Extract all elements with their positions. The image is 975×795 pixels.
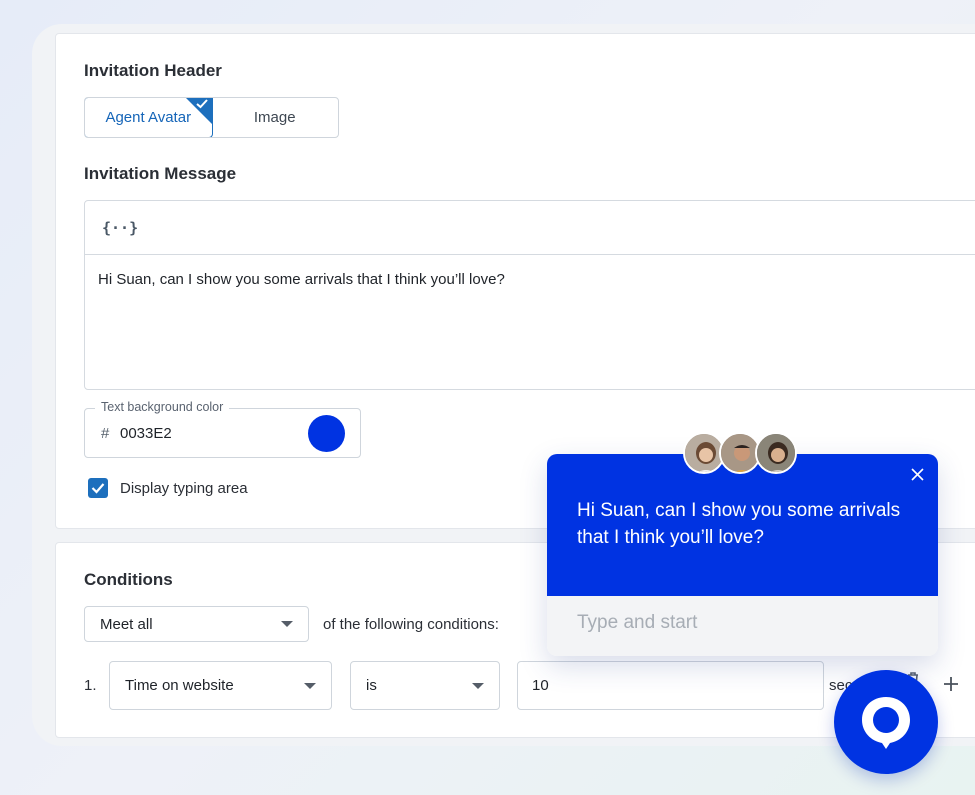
chevron-down-icon bbox=[304, 682, 316, 689]
typing-area-row: Display typing area bbox=[88, 478, 248, 498]
typing-area-label: Display typing area bbox=[120, 479, 248, 497]
color-swatch[interactable] bbox=[308, 415, 345, 452]
add-condition-icon[interactable] bbox=[943, 676, 959, 692]
checkmark-icon bbox=[91, 483, 105, 494]
variable-braces-icon[interactable]: {··} bbox=[102, 219, 138, 237]
chat-invitation-preview: Hi Suan, can I show you some arrivals th… bbox=[547, 454, 938, 656]
agent-avatar bbox=[755, 432, 797, 474]
condition-operator-select[interactable]: is bbox=[350, 661, 500, 710]
match-suffix-text: of the following conditions: bbox=[323, 616, 499, 633]
option-agent-avatar[interactable]: Agent Avatar bbox=[85, 98, 213, 137]
chevron-down-icon bbox=[472, 682, 484, 689]
chat-launcher-button[interactable] bbox=[834, 670, 938, 774]
condition-index: 1. bbox=[84, 677, 97, 694]
agent-avatars bbox=[683, 432, 797, 474]
option-agent-avatar-label: Agent Avatar bbox=[105, 109, 192, 126]
widget-typing-input[interactable]: Type and start bbox=[547, 596, 938, 656]
color-value-input[interactable]: 0033E2 bbox=[120, 425, 172, 442]
checkmark-icon bbox=[195, 99, 208, 109]
condition-operator-value: is bbox=[366, 677, 377, 694]
hash-prefix: # bbox=[101, 425, 110, 442]
match-type-value: Meet all bbox=[100, 615, 153, 633]
chevron-down-icon bbox=[281, 621, 293, 627]
header-type-toggle: Agent Avatar Image bbox=[84, 97, 339, 138]
invitation-message-title: Invitation Message bbox=[84, 164, 237, 183]
typing-area-checkbox[interactable] bbox=[88, 478, 108, 498]
chat-bubble-icon bbox=[862, 697, 910, 749]
match-type-select[interactable]: Meet all bbox=[84, 606, 309, 642]
text-background-color-field[interactable]: Text background color # 0033E2 bbox=[84, 400, 361, 458]
editor-toolbar: {··} bbox=[85, 201, 975, 255]
message-editor: {··} Hi Suan, can I show you some arriva… bbox=[84, 200, 975, 390]
option-image[interactable]: Image bbox=[212, 98, 339, 137]
option-image-label: Image bbox=[253, 109, 296, 126]
condition-field-select[interactable]: Time on website bbox=[109, 661, 332, 710]
color-field-legend: Text background color bbox=[95, 400, 230, 414]
widget-message-area: Hi Suan, can I show you some arrivals th… bbox=[547, 454, 938, 596]
conditions-title: Conditions bbox=[84, 570, 173, 589]
close-icon[interactable] bbox=[911, 468, 924, 481]
condition-value-input[interactable]: 10 bbox=[517, 661, 824, 710]
message-textarea[interactable]: Hi Suan, can I show you some arrivals th… bbox=[85, 255, 975, 304]
invitation-header-title: Invitation Header bbox=[84, 61, 222, 80]
widget-message: Hi Suan, can I show you some arrivals th… bbox=[577, 500, 901, 548]
condition-field-value: Time on website bbox=[125, 677, 234, 694]
